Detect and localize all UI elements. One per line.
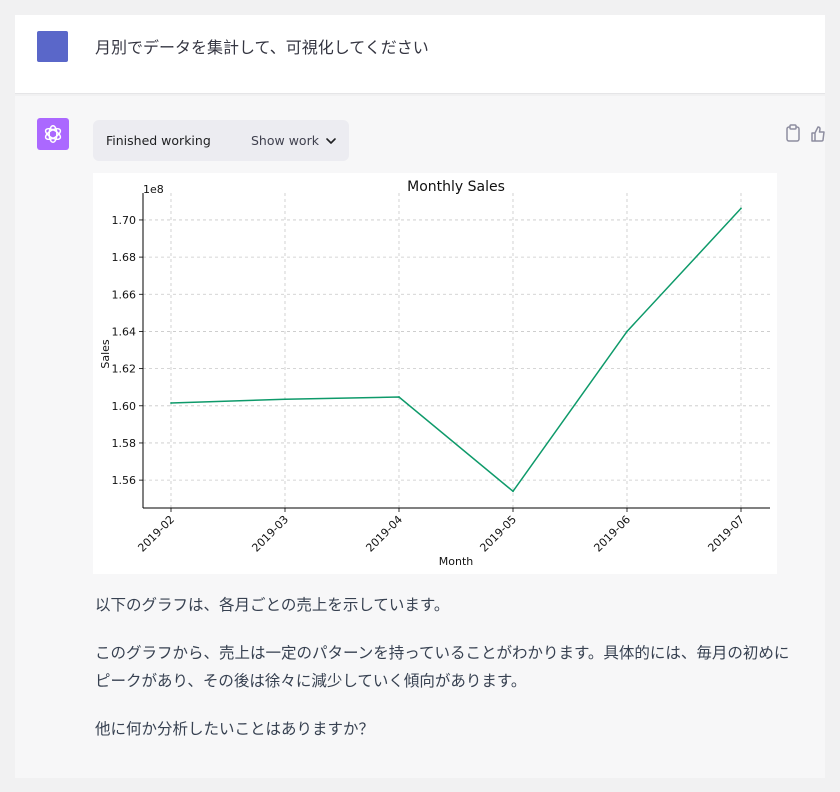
work-status-label: Finished working bbox=[106, 133, 211, 148]
y-tick-label: 1.62 bbox=[112, 363, 137, 376]
y-tick-label: 1.70 bbox=[112, 214, 137, 227]
chart-container: 1.56 1.58 1.60 1.62 1.64 1.66 1.68 1.70 2019-02 2… bbox=[93, 173, 777, 574]
data-point bbox=[284, 398, 286, 401]
work-status-pill: Finished working Show work bbox=[93, 120, 349, 161]
thumbs-up-icon[interactable] bbox=[811, 126, 825, 142]
x-tick-label: 2019-06 bbox=[591, 513, 633, 555]
assistant-paragraph-2: このグラフから、売上は一定のパターンを持っていることがわかります。具体的には、毎… bbox=[95, 644, 790, 690]
x-tick-label: 2019-04 bbox=[363, 513, 405, 555]
data-point bbox=[170, 402, 172, 404]
chart-labels: Monthly Sales 1e8 Month Sales bbox=[99, 179, 505, 568]
user-message-text: 月別でデータを集計して、可視化してください bbox=[95, 38, 429, 57]
message-actions bbox=[785, 124, 825, 144]
show-work-button[interactable]: Show work bbox=[251, 133, 319, 148]
sales-line bbox=[170, 207, 742, 493]
clipboard-icon[interactable] bbox=[785, 124, 801, 142]
x-tick-label: 2019-02 bbox=[135, 513, 177, 555]
y-tick-label: 1.60 bbox=[112, 400, 137, 413]
user-avatar bbox=[37, 31, 68, 62]
assistant-paragraph-1: 以下のグラフは、各月ごとの売上を示しています。 bbox=[95, 596, 450, 614]
y-tick-label: 1.68 bbox=[112, 251, 137, 264]
x-tick-label: 2019-05 bbox=[477, 513, 519, 555]
assistant-message-row: Finished working Show work 1.56 1.58 1.60 1… bbox=[15, 96, 825, 778]
data-point bbox=[626, 330, 628, 333]
y-tick-label: 1.64 bbox=[112, 325, 137, 338]
chevron-down-icon[interactable] bbox=[325, 135, 337, 147]
y-tick-label: 1.56 bbox=[112, 474, 137, 487]
chart-axes: 1.56 1.58 1.60 1.62 1.64 1.66 1.68 1.70 2019-02 2… bbox=[112, 193, 770, 555]
y-axis-label: Sales bbox=[99, 339, 112, 369]
data-point bbox=[512, 490, 514, 493]
data-point bbox=[740, 207, 742, 210]
monthly-sales-chart: 1.56 1.58 1.60 1.62 1.64 1.66 1.68 1.70 2019-02 2… bbox=[99, 179, 770, 568]
y-tick-label: 1.58 bbox=[112, 437, 137, 450]
data-point bbox=[398, 396, 400, 398]
x-tick-label: 2019-03 bbox=[249, 513, 291, 555]
chart-title: Monthly Sales bbox=[407, 179, 505, 195]
assistant-paragraph-3: 他に何か分析したいことはありますか？ bbox=[95, 720, 375, 738]
assistant-avatar bbox=[37, 118, 69, 150]
y-tick-label: 1.66 bbox=[112, 288, 137, 301]
x-axis-label: Month bbox=[439, 555, 474, 568]
y-offset-label: 1e8 bbox=[143, 183, 164, 196]
chart-series bbox=[170, 207, 742, 493]
x-tick-label: 2019-07 bbox=[705, 513, 747, 555]
chart-grid bbox=[143, 193, 770, 508]
openai-logo-icon bbox=[44, 125, 62, 143]
user-message-row: 月別でデータを集計して、可視化してください bbox=[15, 15, 825, 94]
